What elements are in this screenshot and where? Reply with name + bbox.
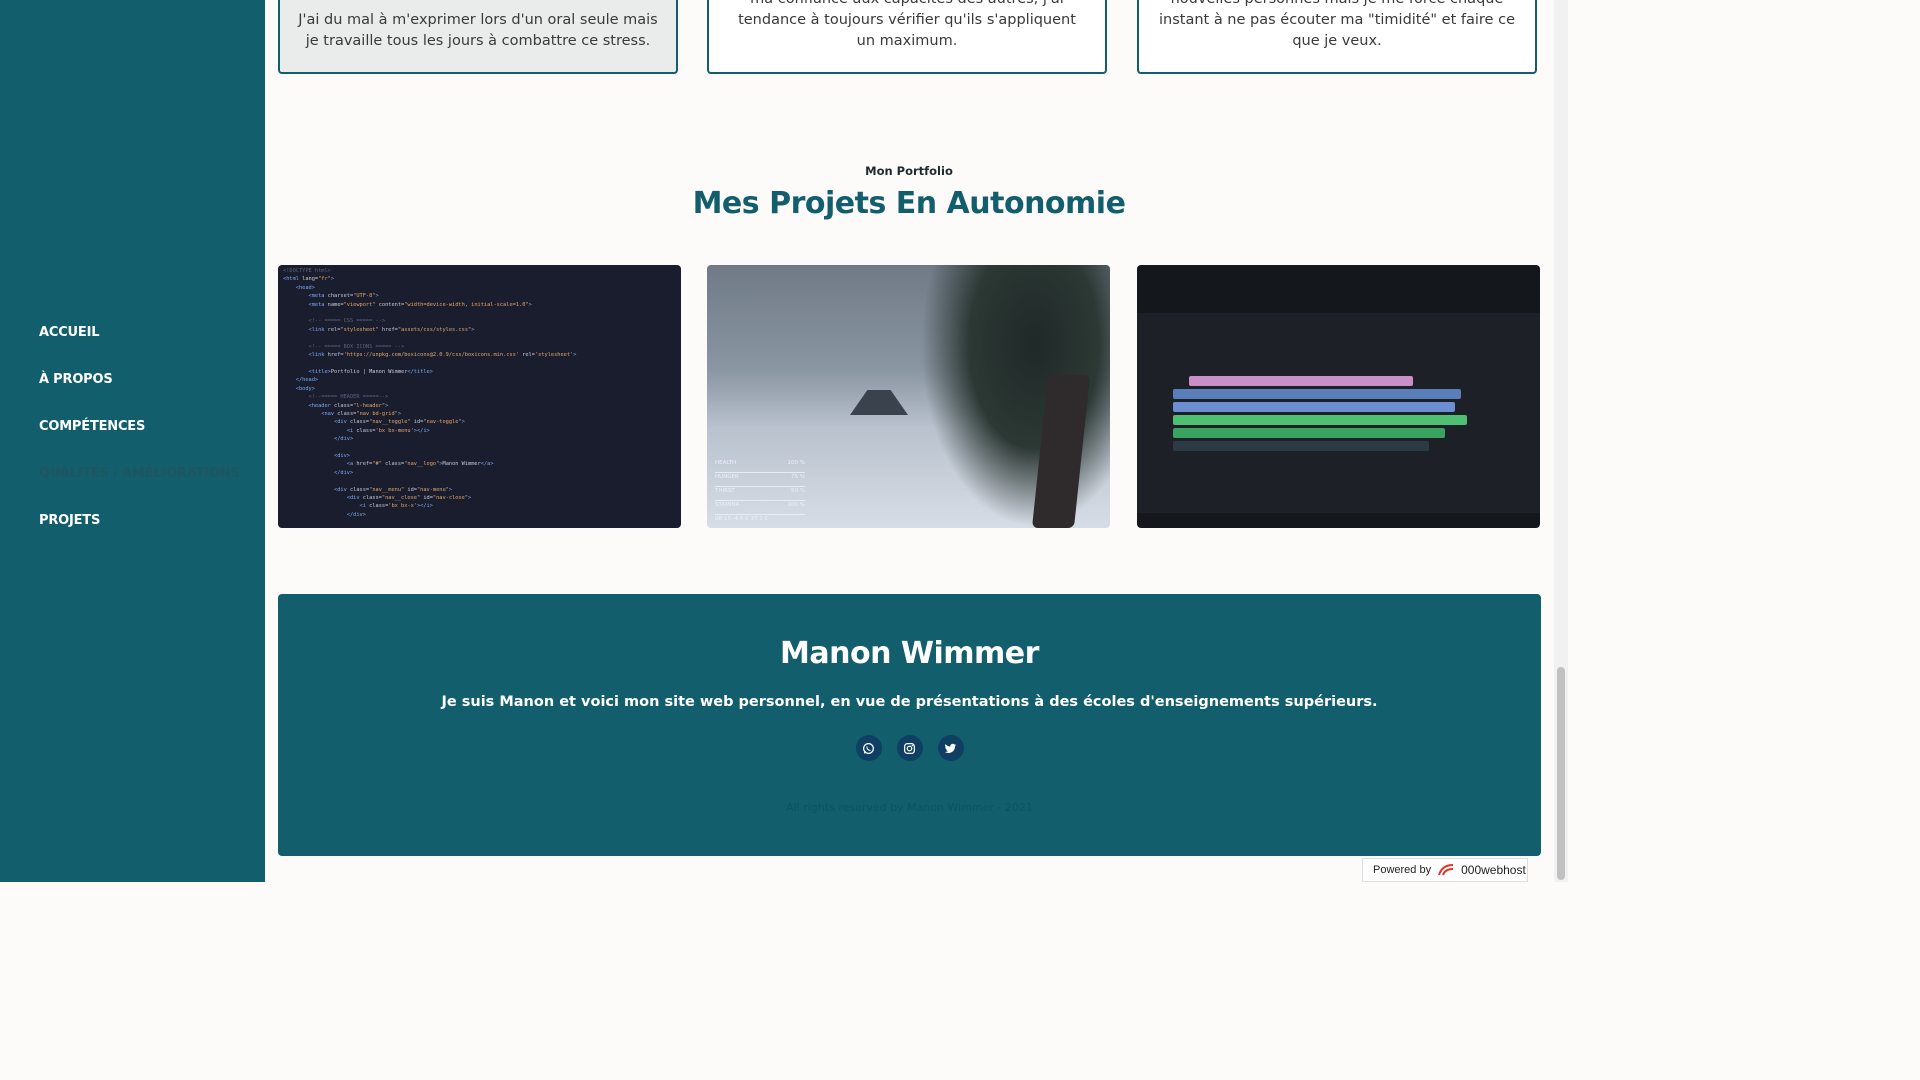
nav-link-projets[interactable]: PROJETS <box>39 510 100 532</box>
powered-by-label: Powered by <box>1373 864 1432 876</box>
powered-by-brand: 000webhost <box>1461 863 1526 877</box>
twitter-icon[interactable] <box>937 735 964 761</box>
whatsapp-icon[interactable] <box>855 735 882 761</box>
quality-card-text: Je n'ai pas assez le réflexe de découvri… <box>1158 0 1515 49</box>
hud-stat: HEALTH 100 % <box>715 460 805 473</box>
main-content: J'ai du mal à m'exprimer lors d'un oral … <box>265 0 1541 882</box>
game-hud: HEALTH 100 % HUNGER 75 % THIRST 50 % STAMIN… <box>715 460 805 522</box>
project-thumbnail-code[interactable]: <!DOCTYPE html> <html lang="fr"> <head> … <box>278 265 681 528</box>
page-scrollbar[interactable] <box>1554 0 1568 882</box>
section-title: Mes Projets En Autonomie <box>692 186 1126 221</box>
footer: Manon Wimmer Je suis Manon et voici mon … <box>278 594 1541 856</box>
hud-stat-name: THIRST <box>715 488 735 494</box>
monitor-screen <box>1137 313 1540 513</box>
section-subtitle: Mon Portfolio <box>865 164 953 178</box>
hud-stat-name: HEALTH <box>715 460 737 466</box>
hud-stat-value: 100 % <box>787 460 805 466</box>
quality-card-text: Lors de travaux en groupe, j'ai du mal à… <box>738 0 1076 49</box>
nav-link-qualites[interactable]: QUALITÉS / AMÉLIORATIONS <box>39 463 240 485</box>
hud-stat: STAMINA 100 % <box>715 502 805 515</box>
project-thumbnail-game[interactable]: HEALTH 100 % HUNGER 75 % THIRST 50 % STAMIN… <box>707 265 1110 528</box>
footer-description: Je suis Manon et voici mon site web pers… <box>441 694 1378 710</box>
sidebar: ACCUEIL À PROPOS COMPÉTENCES QUALITÉS / … <box>0 0 265 882</box>
sidebar-nav: ACCUEIL À PROPOS COMPÉTENCES QUALITÉS / … <box>39 322 240 557</box>
code-screenshot: <!DOCTYPE html> <html lang="fr"> <head> … <box>283 268 577 518</box>
hud-stat-value: 100 % <box>787 502 805 508</box>
social-links <box>278 735 1541 761</box>
nav-link-accueil[interactable]: ACCUEIL <box>39 322 100 344</box>
hud-stat-value: 50 % <box>791 488 805 494</box>
video-timeline <box>1173 373 1493 503</box>
scrollbar-thumb[interactable] <box>1557 667 1565 880</box>
instagram-icon[interactable] <box>896 735 923 761</box>
powered-by-badge[interactable]: Powered by 000webhost <box>1362 858 1528 882</box>
game-stairs <box>850 390 908 415</box>
quality-card: Lors de travaux en groupe, j'ai du mal à… <box>707 0 1107 74</box>
hud-stat: HUNGER 75 % <box>715 474 805 487</box>
nav-link-a-propos[interactable]: À PROPOS <box>39 369 113 391</box>
webhost-logo-icon <box>1438 864 1454 876</box>
hud-stat: THIRST 50 % <box>715 488 805 501</box>
quality-card: J'ai du mal à m'exprimer lors d'un oral … <box>278 0 678 74</box>
quality-card: Je n'ai pas assez le réflexe de découvri… <box>1137 0 1537 74</box>
hud-stat-name: HUNGER <box>715 474 739 480</box>
hud-stat-name: STAMINA <box>715 502 740 508</box>
quality-card-text: J'ai du mal à m'exprimer lors d'un oral … <box>298 12 658 49</box>
hud-stat-value: 75 % <box>791 474 805 480</box>
project-thumbnail-video-editing[interactable] <box>1137 265 1540 528</box>
copyright: All rights reserved by Manon Wimmer - 20… <box>786 801 1033 814</box>
hud-bottom-line: 08:15 -4.5 C 37.1 C <box>715 516 769 522</box>
footer-name: Manon Wimmer <box>780 636 1039 671</box>
nav-link-competences[interactable]: COMPÉTENCES <box>39 416 145 438</box>
